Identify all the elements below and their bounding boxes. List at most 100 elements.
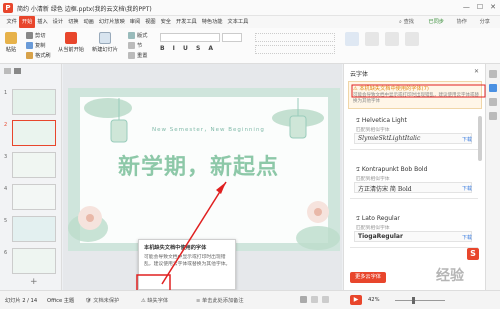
copy-label: 复制 (35, 43, 46, 49)
minimize-icon[interactable]: — (463, 3, 470, 12)
shape-icon[interactable] (365, 32, 379, 46)
font-name: 𝔗 Helvetica Light (356, 117, 407, 124)
animation-icon[interactable] (489, 112, 497, 120)
object-properties-icon[interactable] (489, 70, 497, 78)
menu-item[interactable]: 特色功能 (199, 16, 225, 28)
quick-style-icon[interactable] (405, 32, 419, 46)
tooltip-title: 本机缺失文档中使用的字体 (144, 245, 207, 251)
slide-thumbnail-2[interactable] (12, 120, 56, 146)
cut-button[interactable]: 剪切 (26, 32, 45, 39)
thumbnail-number: 4 (4, 186, 8, 192)
font-preview-text: TiogaRegular (358, 233, 403, 240)
add-slide-button[interactable]: + (30, 277, 38, 287)
menu-item[interactable]: 开发工具 (173, 16, 199, 28)
format-painter-button[interactable]: 格式刷 (26, 52, 51, 59)
sync-status[interactable]: 已同步 (428, 18, 444, 25)
copy-button[interactable]: 复制 (26, 42, 45, 49)
thumbnail-number: 2 (4, 122, 8, 128)
section-button[interactable]: 节 (128, 42, 142, 49)
normal-view-icon[interactable] (300, 296, 307, 303)
slide-title[interactable]: 新学期，新起点 (118, 149, 279, 181)
pane-header: 云字体 (350, 71, 369, 78)
slide-subtitle[interactable]: New Semester，New Beginning (152, 125, 265, 133)
slide-thumbnail-3[interactable] (12, 152, 56, 178)
new-slide-button[interactable]: 新建幻灯片 (92, 32, 118, 53)
font-match-label: 匹配到相似字体 (356, 128, 390, 133)
paragraph-tools[interactable] (255, 33, 335, 42)
section-icon (128, 42, 135, 49)
maximize-icon[interactable]: ☐ (477, 3, 483, 12)
menu-item[interactable]: 开始 (19, 16, 35, 28)
font-style-buttons[interactable]: B I U S A (160, 45, 216, 52)
menu-item[interactable]: 插入 (35, 16, 50, 28)
view-buttons (300, 296, 329, 303)
font-card-lato-regular: 𝔗 Lato Regular 匹配到相似字体 TiogaRegular 下载 (350, 212, 478, 248)
download-button[interactable]: 下载 (462, 234, 472, 241)
close-icon[interactable]: ✕ (490, 3, 496, 12)
font-family-select[interactable] (160, 33, 220, 42)
missing-font-label: 缺失字体 (147, 298, 169, 304)
menu-item[interactable]: 审阅 (127, 16, 142, 28)
slide-thumbnail-1[interactable] (12, 89, 56, 115)
menu-item[interactable]: 文件 (4, 16, 19, 28)
reset-icon (128, 52, 135, 59)
arrange-icon[interactable] (385, 32, 399, 46)
slide-thumbnail-5[interactable] (12, 216, 56, 242)
layout-icon (128, 32, 135, 39)
collab-button[interactable]: 协作 (457, 18, 467, 25)
reset-button[interactable]: 重置 (128, 52, 147, 59)
textbox-icon[interactable] (345, 32, 359, 46)
alignment-tools[interactable] (255, 45, 335, 54)
menu-item[interactable]: 切换 (66, 16, 81, 28)
font-name-text: Kontrapunkt Bob Bold (361, 166, 428, 173)
layout-button[interactable]: 版式 (128, 32, 147, 39)
pane-close-icon[interactable]: ✕ (474, 68, 479, 75)
play-slideshow-icon[interactable]: ▶ (350, 295, 362, 305)
more-cloud-fonts-button[interactable]: 更多云字体 (350, 272, 386, 283)
watermark: 经验 (436, 268, 464, 284)
zoom-slider-handle[interactable] (412, 297, 415, 304)
font-size-select[interactable] (222, 33, 242, 42)
menu-item[interactable]: 安全 (158, 16, 173, 28)
sorter-view-icon[interactable] (311, 296, 318, 303)
cloud-font-icon[interactable] (489, 84, 497, 92)
outline-view-icon[interactable] (4, 68, 11, 74)
theme-name: Office 主题 (47, 298, 75, 304)
zoom-slider[interactable] (395, 300, 445, 301)
paste-button[interactable]: 粘贴 (5, 32, 17, 53)
document-protection[interactable]: 🛡 文档未保护 (85, 297, 119, 304)
paste-label: 粘贴 (5, 47, 17, 53)
window-controls: — ☐ ✕ (463, 3, 496, 12)
menu-item[interactable]: 幻灯片放映 (96, 16, 127, 28)
tooltip-body: 可能会导致文档中显示或打印时出现错乱，建议使用云字体或替换为其他字体。 (144, 255, 231, 267)
zoom-level[interactable]: 42% (368, 297, 380, 303)
menu-item[interactable]: 动画 (81, 16, 96, 28)
design-icon[interactable] (489, 98, 497, 106)
pane-scrollbar[interactable] (478, 116, 482, 161)
paste-icon (5, 32, 17, 44)
font-match-label: 匹配到相似字体 (356, 177, 390, 182)
search-label: 查找 (403, 19, 414, 25)
scissors-icon (26, 32, 33, 39)
notes-label: 单击此处添加备注 (202, 298, 244, 304)
menu-item[interactable]: 视图 (143, 16, 158, 28)
notes-toggle[interactable]: ≡ 单击此处添加备注 (196, 297, 244, 304)
menu-item[interactable]: 设计 (50, 16, 65, 28)
ime-icon[interactable]: S (467, 248, 479, 260)
format-painter-label: 格式刷 (35, 53, 51, 59)
menu-item[interactable]: 文本工具 (225, 16, 251, 28)
font-name: 𝔗 Lato Regular (356, 215, 400, 222)
slide-thumbnail-6[interactable] (12, 248, 56, 274)
download-button[interactable]: 下载 (462, 185, 472, 192)
missing-font-status[interactable]: ⚠ 缺失字体 (141, 297, 168, 304)
search-button[interactable]: ⌕ 查找 (399, 18, 414, 26)
font-preview-text: SlymieSktLightItalic (358, 135, 421, 142)
slide-view-icon[interactable] (14, 68, 21, 74)
slide-thumbnail-4[interactable] (12, 184, 56, 210)
slide-counter: 幻灯片 2 / 14 (5, 298, 38, 304)
from-current-button[interactable]: 从当前开始 (58, 32, 84, 53)
reading-view-icon[interactable] (322, 296, 329, 303)
from-current-label: 从当前开始 (58, 47, 84, 53)
share-button[interactable]: 分享 (480, 18, 490, 25)
download-button[interactable]: 下载 (462, 136, 472, 143)
